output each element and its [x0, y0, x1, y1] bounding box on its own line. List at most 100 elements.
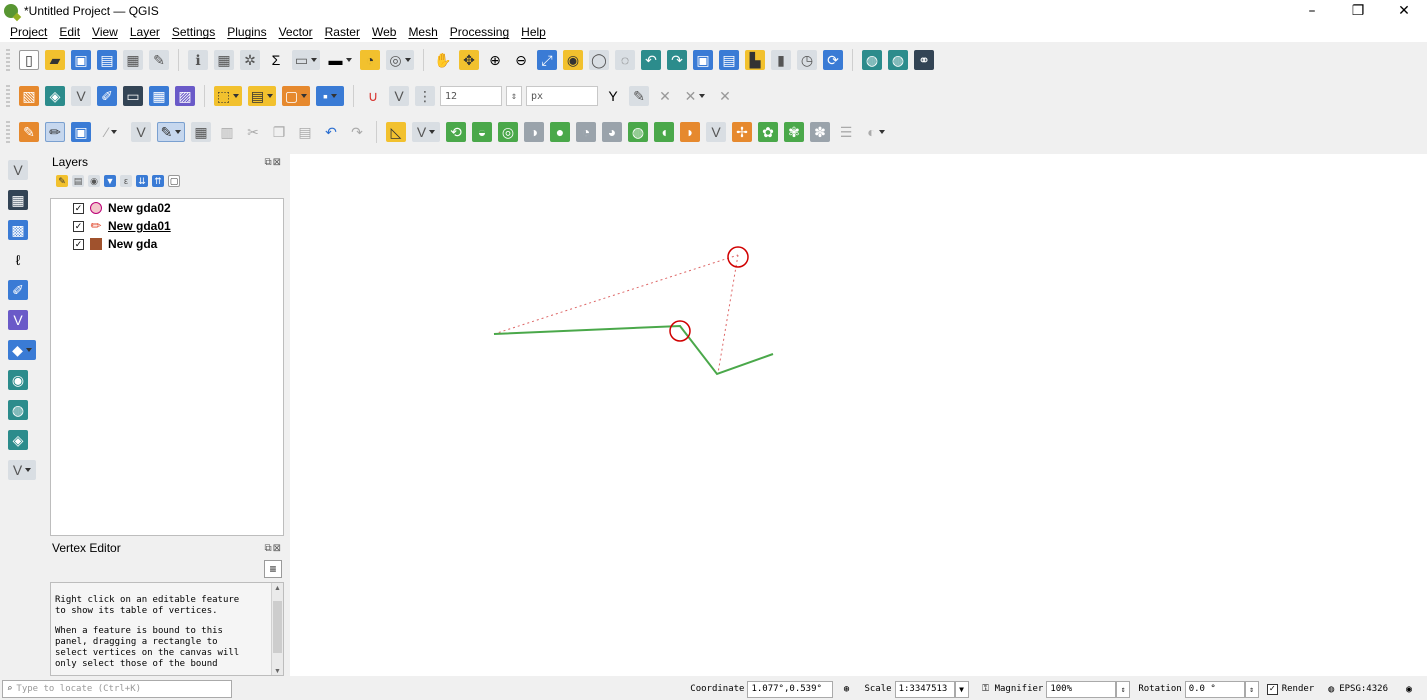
lock-icon[interactable]: ⚿ — [980, 683, 992, 695]
avoid-overlap-icon[interactable]: ✕ — [655, 86, 675, 106]
redo-icon[interactable]: ↷ — [347, 122, 367, 142]
vertex-tool-active-icon[interactable]: ✎ — [157, 122, 185, 142]
add-virtual-layer-icon[interactable]: ▨ — [175, 86, 195, 106]
new-shapefile-icon[interactable]: V — [8, 160, 28, 180]
toolbar-grip[interactable] — [6, 85, 10, 107]
extents-toggle-icon[interactable]: ⊛ — [839, 682, 853, 696]
style-manager-icon[interactable]: ✎ — [149, 50, 169, 70]
add-line-feature-icon[interactable]: ⁄ — [97, 122, 125, 142]
select-location-icon[interactable]: ▪ — [316, 86, 344, 106]
add-group-icon[interactable]: ▤ — [72, 175, 84, 187]
pan-icon[interactable]: ✋ — [433, 50, 453, 70]
hamburger-menu-icon[interactable]: ≡ — [264, 560, 282, 578]
split-parts-icon[interactable]: V — [706, 122, 726, 142]
zoom-full-icon[interactable]: ⤢ — [537, 50, 557, 70]
search-icon[interactable]: ◎ — [386, 50, 414, 70]
menu-layer[interactable]: Layer — [124, 25, 166, 39]
collapse-all-icon[interactable]: ⇈ — [152, 175, 164, 187]
trim-extend-icon[interactable]: ◐ — [862, 122, 890, 142]
menu-mesh[interactable]: Mesh — [402, 25, 443, 39]
add-wfs-icon[interactable]: ◈ — [8, 430, 28, 450]
locator-search-input[interactable]: ⌕ Type to locate (Ctrl+K) — [2, 680, 232, 698]
layer-row-gda01[interactable]: ✓ ✏ New gda01 — [51, 217, 283, 235]
filter-legend-icon[interactable]: ▼ — [104, 175, 116, 187]
merge-features-icon[interactable]: ✢ — [732, 122, 752, 142]
print-layout-icon[interactable]: ▦ — [123, 50, 143, 70]
restore-button[interactable]: ❐ — [1335, 0, 1381, 22]
add-database-icon[interactable]: ▭ — [123, 86, 143, 106]
save-project-icon[interactable]: ▣ — [71, 50, 91, 70]
new-project-icon[interactable]: ▯ — [19, 50, 39, 70]
menu-raster[interactable]: Raster — [319, 25, 366, 39]
snap-intersection-icon[interactable]: ✎ — [629, 86, 649, 106]
crs-globe-icon[interactable]: ◍ — [1325, 683, 1337, 695]
magnifier-stepper[interactable]: ⇕ — [1116, 680, 1131, 698]
reshape-features-icon[interactable]: ◍ — [628, 122, 648, 142]
add-wms-layer-icon[interactable]: ◉ — [8, 370, 28, 390]
add-delimited-text-icon[interactable]: ✐ — [97, 86, 117, 106]
digitize-shape-icon[interactable]: ◺ — [386, 122, 406, 142]
snap-tolerance-input[interactable]: 12 — [440, 86, 502, 106]
scale-dropdown-icon[interactable]: ▼ — [954, 680, 969, 698]
modify-attributes-icon[interactable]: ▦ — [191, 122, 211, 142]
topology-editing-icon[interactable]: Y — [603, 86, 623, 106]
select-features-icon[interactable]: ⬚ — [214, 86, 242, 106]
menu-help[interactable]: Help — [515, 25, 552, 39]
add-ring-icon[interactable]: ◎ — [498, 122, 518, 142]
toggle-editing-icon[interactable]: ✏ — [45, 122, 65, 142]
new-map-view-icon[interactable]: ▣ — [693, 50, 713, 70]
new-3d-view-icon[interactable]: ▤ — [719, 50, 739, 70]
open-project-icon[interactable]: ▰ — [45, 50, 65, 70]
vertical-scrollbar[interactable] — [271, 583, 283, 675]
add-part-icon[interactable]: ◑ — [524, 122, 544, 142]
menu-settings[interactable]: Settings — [166, 25, 221, 39]
map-canvas[interactable] — [290, 154, 1427, 676]
measure-icon[interactable]: ▭ — [292, 50, 320, 70]
show-bookmarks-icon[interactable]: ▮ — [771, 50, 791, 70]
cut-features-icon[interactable]: ✂ — [243, 122, 263, 142]
zoom-next-icon[interactable]: ↷ — [667, 50, 687, 70]
trace-icon[interactable]: ✕ — [681, 86, 709, 106]
plugin-globe-icon[interactable]: ◍ — [862, 50, 882, 70]
add-layer-icon[interactable]: ◈ — [45, 86, 65, 106]
new-vector-layer-icon[interactable]: V — [71, 86, 91, 106]
scrollbar-thumb[interactable] — [273, 601, 282, 653]
deselect-icon[interactable]: ▢ — [282, 86, 310, 106]
magnifier-field[interactable]: 100% — [1046, 680, 1117, 698]
minimize-button[interactable]: – — [1289, 0, 1335, 22]
rotate-feature-icon[interactable]: ⟲ — [446, 122, 466, 142]
change-label-icon[interactable]: ✽ — [810, 122, 830, 142]
add-raster-icon[interactable]: ▦ — [8, 190, 28, 210]
data-source-manager-icon[interactable]: ▧ — [19, 86, 39, 106]
save-edits-icon[interactable]: ▣ — [71, 122, 91, 142]
fill-ring-icon[interactable]: ● — [550, 122, 570, 142]
crs-group[interactable]: ◍ EPSG:4326 ◉ — [1322, 682, 1419, 696]
rotation-stepper[interactable]: ⇕ — [1244, 680, 1259, 698]
advanced-digitize-icon[interactable]: V — [412, 122, 440, 142]
menu-plugins[interactable]: Plugins — [221, 25, 272, 39]
menu-vector[interactable]: Vector — [273, 25, 319, 39]
open-styling-icon[interactable]: ✎ — [56, 175, 68, 187]
add-vector-dropdown-icon[interactable]: V — [8, 460, 36, 480]
layer-visibility-checkbox[interactable]: ✓ — [73, 202, 84, 214]
pan-to-selection-icon[interactable]: ✥ — [459, 50, 479, 70]
delete-ring-icon[interactable]: ◔ — [576, 122, 596, 142]
filter-expression-icon[interactable]: ε — [120, 175, 132, 187]
panel-float-close-icon[interactable]: ⧉⊠ — [264, 157, 282, 168]
undo-icon[interactable]: ↶ — [321, 122, 341, 142]
simplify-feature-icon[interactable]: ◒ — [472, 122, 492, 142]
panel-float-close-icon[interactable]: ⧉⊠ — [264, 543, 282, 554]
plugin-globe2-icon[interactable]: ◍ — [888, 50, 908, 70]
remove-layer-icon[interactable]: ▢ — [168, 175, 180, 187]
toolbox-icon[interactable]: ✲ — [240, 50, 260, 70]
add-postgis-icon[interactable]: ◆ — [8, 340, 36, 360]
plugin-binoculars-icon[interactable]: ⚭ — [914, 50, 934, 70]
layer-visibility-checkbox[interactable]: ✓ — [73, 220, 84, 232]
current-edits-icon[interactable]: ✎ — [19, 122, 39, 142]
menu-edit[interactable]: Edit — [53, 25, 86, 39]
temporal-icon[interactable]: ◷ — [797, 50, 817, 70]
snap-tolerance-stepper[interactable]: ⇕ — [506, 86, 522, 106]
snap-mode-icon[interactable]: ⋮ — [415, 86, 435, 106]
menu-web[interactable]: Web — [366, 25, 402, 39]
add-delimited-text-layer-icon[interactable]: ℓ — [8, 250, 28, 270]
